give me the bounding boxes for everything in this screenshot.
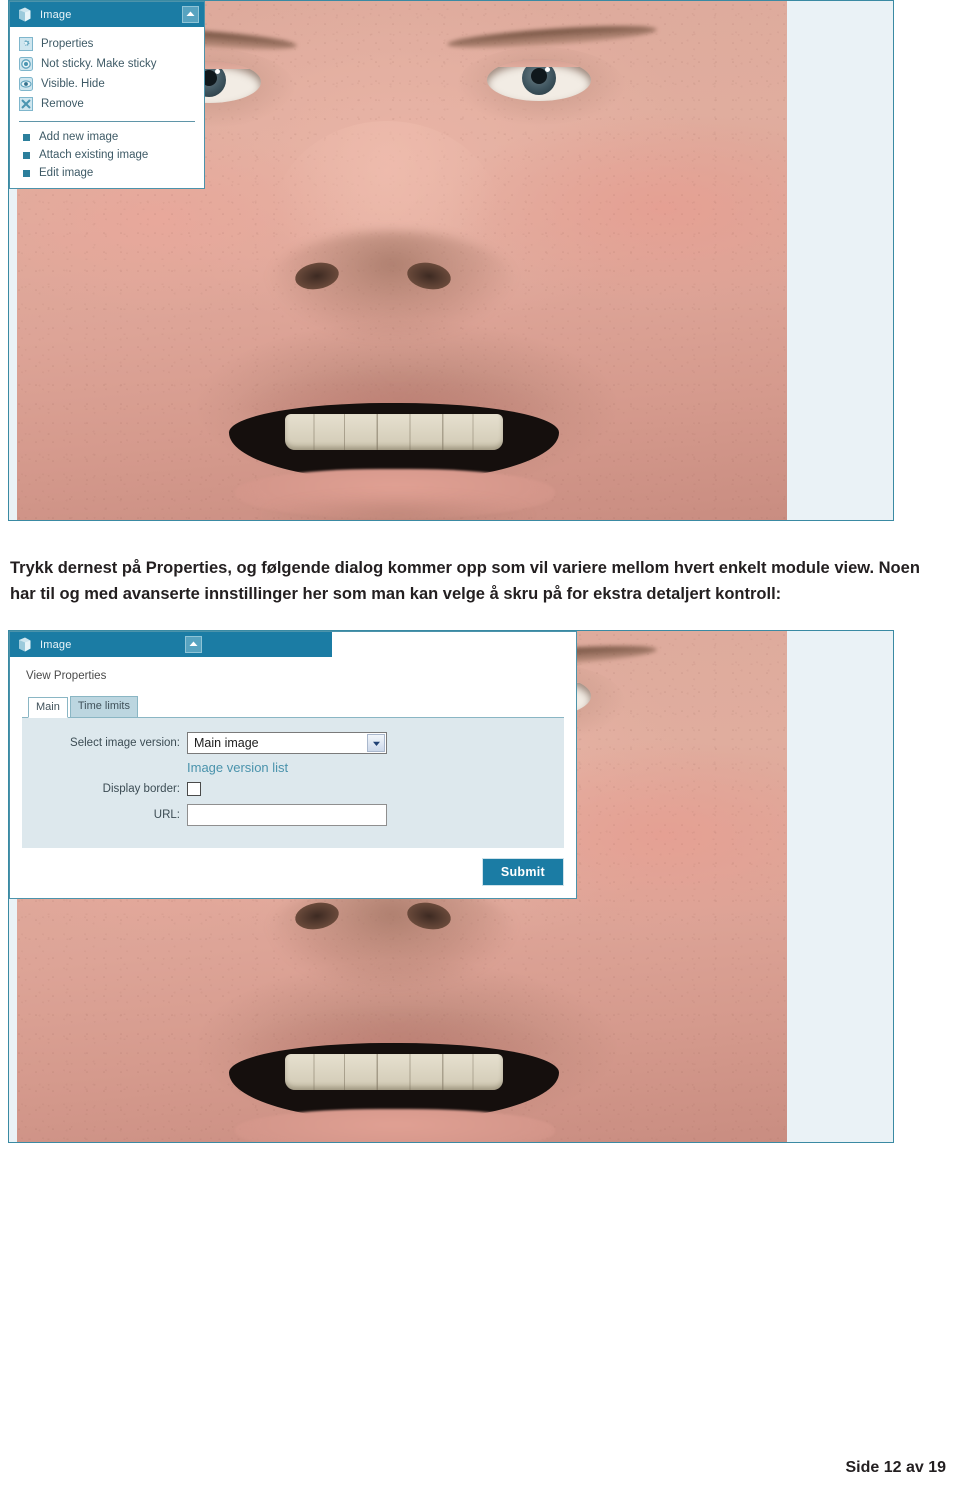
menu-item-label: Attach existing image (39, 149, 149, 161)
eyelid-right (487, 59, 591, 67)
dialog-submit-row: Submit (22, 848, 564, 886)
menu-item-edit-image[interactable]: Edit image (10, 164, 204, 182)
select-image-version-value: Main image (194, 736, 259, 750)
menu-divider (19, 121, 195, 122)
collapse-icon[interactable] (185, 636, 202, 653)
dialog-titlebar: Image (10, 632, 332, 657)
remove-x-icon (19, 97, 33, 111)
select-image-version-dropdown[interactable]: Main image (187, 732, 387, 754)
submit-button[interactable]: Submit (481, 858, 564, 886)
collapse-icon[interactable] (182, 6, 199, 23)
dialog-body: View Properties Main Time limits Select … (10, 657, 576, 898)
menu-titlebar: Image (10, 2, 204, 27)
select-image-version-label: Select image version: (70, 737, 180, 749)
menu-item-visible[interactable]: Visible. Hide (10, 74, 204, 94)
dialog-tabstrip: Main Time limits (22, 696, 564, 718)
dialog-heading: View Properties (26, 670, 107, 682)
menu-item-add-new-image[interactable]: Add new image (10, 128, 204, 146)
field-row-url: URL: (32, 804, 554, 826)
url-input[interactable] (187, 804, 387, 826)
menu-item-properties[interactable]: Properties (10, 34, 204, 54)
screenshot-bottom-frame: Image View Properties Main Time limits S… (8, 630, 894, 1143)
sticky-circle-icon (19, 57, 33, 71)
menu-item-label: Add new image (39, 131, 119, 143)
display-border-checkbox[interactable] (187, 782, 201, 796)
dialog-form-area: Select image version: Main image Image v… (22, 718, 564, 848)
body-paragraph: Trykk dernest på Properties, og følgende… (10, 558, 920, 603)
chevron-down-icon[interactable] (367, 734, 385, 752)
menu-title: Image (40, 8, 72, 21)
url-label: URL: (153, 809, 180, 821)
cube-icon (16, 636, 33, 653)
screenshot-top-frame: Image Properties Not sticky. Make sticky… (8, 0, 894, 521)
square-bullet-icon (23, 169, 30, 177)
square-bullet-icon (23, 133, 30, 141)
menu-item-attach-existing-image[interactable]: Attach existing image (10, 146, 204, 164)
menu-item-label: Not sticky. Make sticky (41, 58, 157, 70)
field-row-select-image-version: Select image version: Main image (32, 732, 554, 754)
lower-lip (235, 1109, 555, 1142)
image-version-list-link[interactable]: Image version list (187, 760, 554, 775)
dialog-title: Image (40, 638, 72, 651)
menu-item-label: Remove (41, 98, 84, 110)
menu-item-remove[interactable]: Remove (10, 94, 204, 114)
properties-gear-icon (19, 37, 33, 51)
field-row-display-border: Display border: (32, 782, 554, 796)
cube-icon (16, 6, 33, 23)
image-properties-dialog-panel: Image View Properties Main Time limits S… (9, 631, 577, 899)
eye-right (487, 59, 591, 101)
tab-time-limits[interactable]: Time limits (69, 696, 138, 717)
upper-teeth (285, 1053, 503, 1090)
display-border-label: Display border: (102, 783, 180, 795)
upper-teeth (285, 413, 503, 450)
image-module-menu-panel: Image Properties Not sticky. Make sticky… (9, 1, 205, 189)
menu-item-sticky[interactable]: Not sticky. Make sticky (10, 54, 204, 74)
square-bullet-icon (23, 151, 30, 159)
page-footer: Side 12 av 19 (845, 1459, 946, 1476)
menu-body: Properties Not sticky. Make sticky Visib… (10, 27, 204, 188)
menu-item-label: Visible. Hide (41, 78, 105, 90)
menu-item-label: Properties (41, 38, 94, 50)
tab-main[interactable]: Main (28, 697, 68, 718)
menu-item-label: Edit image (39, 167, 94, 179)
visible-eye-icon (19, 77, 33, 91)
